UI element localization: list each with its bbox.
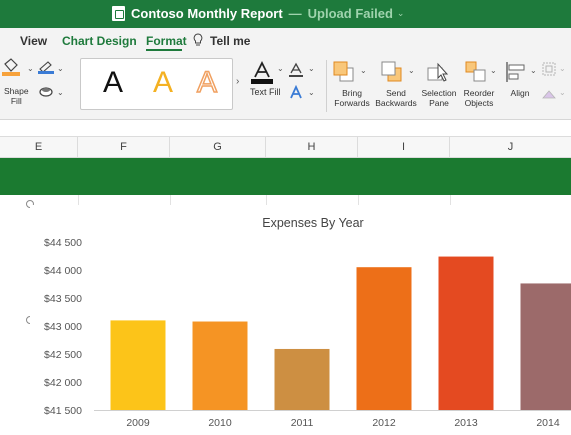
chevron-down-icon[interactable]: ⌄ — [530, 66, 537, 75]
bring-forwards-button[interactable] — [332, 60, 356, 84]
x-tick-label: 2009 — [126, 417, 150, 429]
chevron-down-icon[interactable]: ⌄ — [559, 64, 566, 73]
x-tick-label: 2014 — [536, 417, 560, 429]
y-tick-label: $44 500 — [44, 237, 82, 249]
text-fill-label: Text Fill — [250, 87, 281, 97]
send-backwards-icon — [381, 61, 402, 82]
tell-me-search[interactable]: Tell me — [210, 34, 250, 48]
chevron-down-icon[interactable]: ⌄ — [308, 88, 315, 97]
selection-pane-button[interactable] — [426, 60, 450, 84]
column-header-j[interactable]: J — [450, 137, 571, 158]
wordart-styles-gallery[interactable]: A A A — [80, 58, 233, 110]
group-icon[interactable] — [542, 62, 556, 76]
column-header-h[interactable]: H — [266, 137, 358, 158]
shape-fill-label-text: Shape Fill — [4, 86, 29, 106]
column-header-f[interactable]: F — [78, 137, 170, 158]
y-tick-label: $42 000 — [44, 377, 82, 389]
text-fill-icon[interactable] — [250, 60, 274, 84]
wordart-style-yellow[interactable]: A — [153, 66, 173, 100]
title-separator: — — [288, 6, 302, 21]
column-header-g[interactable]: G — [170, 137, 266, 158]
text-outline-icon[interactable] — [288, 62, 304, 78]
tab-view[interactable]: View — [20, 34, 47, 48]
bring-forwards-label: Bring Forwards — [334, 88, 370, 108]
ribbon-format: ⌄ Shape Fill ⌄ ⌄ A A A › ⌄ Text Fill ⌄ ⌄ — [0, 52, 571, 120]
title-bar: Contoso Monthly Report — Upload Failed ⌄ — [0, 0, 571, 28]
align-button[interactable] — [504, 60, 528, 84]
gridline — [170, 195, 171, 205]
document-title: Contoso Monthly Report — [131, 6, 283, 21]
x-axis: 2009 2010 2011 2012 2013 2014 — [126, 417, 560, 429]
reorder-objects-label: Reorder Objects — [463, 88, 495, 108]
tab-format[interactable]: Format — [146, 34, 187, 48]
bar-2011[interactable] — [274, 348, 330, 410]
gridline — [266, 195, 267, 205]
ribbon-tabs: View Chart Design Format Tell me — [0, 28, 571, 52]
column-headers: E F G H I J — [0, 136, 571, 158]
shape-effects-icon[interactable] — [38, 84, 54, 98]
x-tick-label: 2012 — [372, 417, 396, 429]
bar-2012[interactable] — [356, 267, 412, 410]
document-icon — [112, 6, 125, 21]
column-header-e[interactable]: E — [0, 137, 78, 158]
chevron-right-icon[interactable]: › — [236, 76, 239, 87]
reorder-objects-icon — [465, 61, 486, 82]
rotate-icon[interactable] — [542, 88, 556, 100]
header-band-row[interactable] — [0, 158, 571, 195]
align-label: Align — [510, 88, 530, 98]
chevron-down-icon[interactable]: ⌄ — [408, 66, 415, 75]
y-tick-label: $43 000 — [44, 321, 82, 333]
bar-2013[interactable] — [438, 256, 494, 410]
selection-pane-label: Selection Pane — [421, 88, 457, 108]
column-header-i[interactable]: I — [358, 137, 450, 158]
send-backwards-button[interactable] — [380, 60, 404, 84]
chevron-down-icon[interactable]: ⌄ — [360, 66, 367, 75]
y-tick-label: $44 000 — [44, 265, 82, 277]
wordart-style-outline[interactable]: A — [196, 65, 218, 100]
chevron-down-icon[interactable]: ⌄ — [490, 66, 497, 75]
chevron-down-icon[interactable]: ⌄ — [308, 64, 315, 73]
align-icon — [506, 62, 525, 82]
chevron-down-icon[interactable]: ⌄ — [397, 8, 405, 19]
bring-forwards-icon — [333, 61, 354, 82]
x-tick-label: 2013 — [454, 417, 478, 429]
bars — [110, 256, 571, 410]
reorder-objects-button[interactable] — [464, 60, 488, 84]
gridline — [358, 195, 359, 205]
title-wrap: Contoso Monthly Report — Upload Failed ⌄ — [112, 6, 404, 21]
chart-canvas: Expenses By Year $44 500 $44 000 $43 500 $4… — [44, 216, 571, 429]
gridline — [450, 195, 451, 205]
shape-fill-label: Shape Fill — [4, 86, 29, 106]
ribbon-divider — [326, 60, 327, 112]
chevron-down-icon[interactable]: ⌄ — [27, 64, 34, 73]
y-tick-label: $42 500 — [44, 349, 82, 361]
send-backwards-label: Send Backwards — [375, 88, 417, 108]
gridline — [78, 195, 79, 205]
shape-outline-icon[interactable] — [38, 60, 54, 74]
chevron-down-icon[interactable]: ⌄ — [559, 88, 566, 97]
upload-status[interactable]: Upload Failed — [308, 6, 393, 21]
shape-fill-icon[interactable] — [2, 58, 20, 76]
sheet-row[interactable] — [0, 195, 571, 205]
tab-chart-design[interactable]: Chart Design — [62, 34, 137, 48]
bar-2009[interactable] — [110, 320, 166, 410]
x-tick-label: 2010 — [208, 417, 232, 429]
active-tab-indicator — [146, 49, 182, 51]
bar-2010[interactable] — [192, 321, 248, 410]
lightbulb-icon — [193, 33, 203, 46]
chevron-down-icon[interactable]: ⌄ — [57, 88, 64, 97]
x-tick-label: 2011 — [291, 417, 314, 429]
bar-2014[interactable] — [520, 283, 571, 410]
selection-pane-icon — [427, 62, 449, 82]
text-effects-icon[interactable] — [288, 85, 304, 101]
y-tick-label: $43 500 — [44, 293, 82, 305]
y-tick-label: $41 500 — [44, 405, 82, 417]
expenses-chart[interactable]: Expenses By Year $44 500 $44 000 $43 500 $4… — [30, 205, 571, 435]
wordart-style-black[interactable]: A — [103, 66, 123, 100]
chevron-down-icon[interactable]: ⌄ — [277, 64, 284, 73]
chevron-down-icon[interactable]: ⌄ — [57, 64, 64, 73]
chart-title[interactable]: Expenses By Year — [262, 216, 363, 230]
